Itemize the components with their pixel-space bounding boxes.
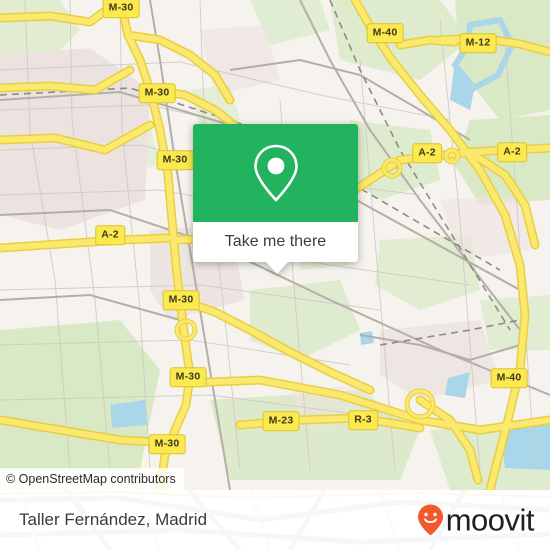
highway-shield-label: M-12 xyxy=(459,33,497,53)
highway-shield-label: M-30 xyxy=(169,367,207,387)
highway-shield-label: A-2 xyxy=(412,143,442,163)
highway-shield-label: M-30 xyxy=(162,290,200,310)
highway-shield-label: R-3 xyxy=(348,410,378,430)
location-pin-icon xyxy=(253,144,298,202)
take-me-there-popup[interactable]: Take me there xyxy=(193,124,358,274)
take-me-there-label: Take me there xyxy=(224,233,327,250)
highway-shield-label: M-30 xyxy=(156,150,194,170)
highway-shield-label: M-23 xyxy=(262,411,300,431)
highway-shield-label: M-30 xyxy=(138,83,176,103)
highway-shield-label: A-2 xyxy=(497,142,527,162)
footer-bar: Taller Fernández, Madrid moovit xyxy=(0,490,550,550)
highway-shield-label: A-2 xyxy=(95,225,125,245)
popup-icon-area xyxy=(193,124,358,222)
highway-shield-label: M-30 xyxy=(102,0,140,18)
place-name: Taller Fernández, Madrid xyxy=(19,510,208,529)
highway-shield-label: M-30 xyxy=(148,434,186,454)
highway-shield-label: M-40 xyxy=(366,23,404,43)
highway-shield-label: M-40 xyxy=(490,368,528,388)
map-attribution: © OpenStreetMap contributors xyxy=(0,468,184,490)
moovit-pin-icon xyxy=(417,504,443,536)
moovit-location-card: M-30 M-40 M-12 M-30 M-30 A-2 A-2 A-2 M-30 M-30 M-4… xyxy=(0,0,550,550)
popup-cta-area[interactable]: Take me there xyxy=(193,222,358,262)
popup-tail xyxy=(266,262,288,274)
moovit-logo[interactable]: moovit xyxy=(417,502,535,538)
moovit-wordmark: moovit xyxy=(445,502,535,538)
